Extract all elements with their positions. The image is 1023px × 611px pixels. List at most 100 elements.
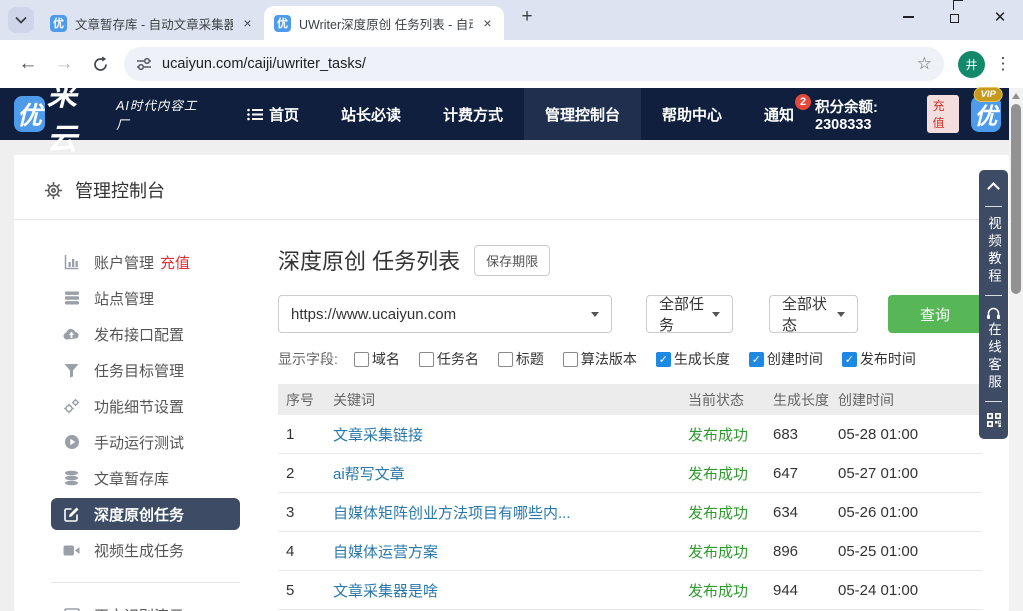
sidebar-item-label: 任务目标管理 [94,360,184,381]
gear-icon [44,181,63,200]
checkbox-icon: ✓ [749,352,764,367]
created-time: 05-27 01:00 [838,465,982,482]
url-text[interactable]: ucaiyun.com/caiji/uwriter_tasks/ [162,56,917,72]
table-header-row: 序号 关键词 当前状态 生成长度 创建时间 [278,384,982,415]
task-select-value: 全部任务 [659,293,712,335]
user-avatar[interactable]: 优 VIP [971,96,1001,132]
site-select[interactable]: https://www.ucaiyun.com [278,295,612,333]
site-logo[interactable]: 优 采云 [14,70,102,158]
qr-code-icon[interactable] [987,413,1001,427]
checkbox-icon: ✓ [842,352,857,367]
nav-item-console[interactable]: 管理控制台 [524,88,641,140]
sidebar-item-task-targets[interactable]: 任务目标管理 [51,354,240,386]
page-scrollbar[interactable] [1009,88,1023,611]
table-row: 1 文章采集链接 发布成功 683 05-28 01:00 [278,415,982,454]
sidebar-item-video-tasks[interactable]: 视频生成任务 [51,534,240,566]
checkbox-title[interactable]: 标题 [498,349,544,369]
browser-tab-2-active[interactable]: 优 UWriter深度原创 任务列表 - 自动 × [264,6,504,40]
checkbox-domain[interactable]: 域名 [354,349,400,369]
new-tab-button[interactable]: + [514,4,540,30]
site-tagline: AI时代内容工厂 [116,95,198,133]
nav-item-webmaster-reading[interactable]: 站长必读 [320,88,422,140]
video-camera-icon [63,542,80,559]
browser-menu-icon[interactable]: ⋮ [993,62,1013,66]
tasks-table: 序号 关键词 当前状态 生成长度 创建时间 1 文章采集链接 发布成功 683 … [278,384,982,610]
page-title: 深度原创 任务列表 [278,244,460,276]
tab-close-icon[interactable]: × [479,15,496,32]
sidebar-item-sites[interactable]: 站点管理 [51,282,240,314]
console-header: 管理控制台 [14,155,1009,220]
video-tutorial-button[interactable]: 视频教程 [985,216,1002,286]
window-restore-button[interactable] [931,0,977,34]
row-number: 3 [278,504,333,521]
keyword-link[interactable]: 文章采集链接 [333,424,688,445]
sidebar-item-label: 正文识别演示 [94,605,184,611]
checkbox-generated-length[interactable]: ✓生成长度 [656,349,730,369]
nav-item-help[interactable]: 帮助中心 [641,88,743,140]
keyword-link[interactable]: 自媒体运营方案 [333,541,688,562]
task-type-select[interactable]: 全部任务 [646,295,733,333]
sidebar-recharge-link[interactable]: 充值 [160,252,190,273]
query-button[interactable]: 查询 [888,295,982,333]
browser-tab-strip: 优 文章暂存库 - 自动文章采集器-优采云 × 优 UWriter深度原创 任务… [0,0,1023,40]
notification-badge: 2 [795,94,811,110]
created-time: 05-24 01:00 [838,582,982,599]
checkbox-label: 生成长度 [674,349,730,369]
restore-icon [950,14,959,23]
server-icon [63,290,80,307]
back-to-top-icon[interactable] [987,182,1000,195]
checkbox-algorithm-version[interactable]: 算法版本 [563,349,637,369]
funnel-icon [63,362,80,379]
status-select-value: 全部状态 [782,293,837,335]
sidebar-item-publish-api[interactable]: 发布接口配置 [51,318,240,350]
minimize-icon [903,16,914,18]
chevron-down-icon [837,312,845,317]
nav-item-pricing[interactable]: 计费方式 [422,88,524,140]
checkbox-created-time[interactable]: ✓创建时间 [749,349,823,369]
sidebar: 账户管理 充值 站点管理 发布接口配置 任务目标管理 功能细节设置 [14,220,264,611]
play-circle-icon [63,434,80,451]
online-service-button[interactable]: 在线客服 [985,322,1002,392]
nav-item-label: 计费方式 [443,104,503,125]
monitor-icon [63,607,80,611]
browser-profile-avatar[interactable]: 井 [958,51,985,78]
sidebar-item-content-recognition-demo[interactable]: 正文识别演示 [51,599,240,611]
keyword-link[interactable]: ai帮写文章 [333,463,688,484]
created-time: 05-26 01:00 [838,504,982,521]
nav-item-notifications[interactable]: 通知 2 [743,88,815,140]
row-number: 5 [278,582,333,599]
checkbox-task-name[interactable]: 任务名 [419,349,479,369]
nav-item-home[interactable]: 首页 [226,88,320,140]
sidebar-item-feature-settings[interactable]: 功能细节设置 [51,390,240,422]
save-period-button[interactable]: 保存期限 [474,245,550,276]
window-minimize-button[interactable] [885,0,931,34]
tab-close-icon[interactable]: × [239,15,256,32]
sidebar-item-manual-test[interactable]: 手动运行测试 [51,426,240,458]
sidebar-item-label: 功能细节设置 [94,396,184,417]
recharge-button[interactable]: 充值 [927,95,959,133]
bookmark-star-icon[interactable]: ☆ [917,54,932,74]
tab-search-button[interactable] [8,7,34,33]
page-content: 管理控制台 账户管理 充值 站点管理 发布接口配置 [0,140,1023,611]
scrollbar-up-arrow[interactable] [1012,93,1020,99]
address-bar[interactable]: ucaiyun.com/caiji/uwriter_tasks/ ☆ [124,47,944,81]
keyword-link[interactable]: 文章采集器是啥 [333,580,688,601]
browser-toolbar: ← → ucaiyun.com/caiji/uwriter_tasks/ ☆ 井… [0,40,1023,88]
scrollbar-thumb[interactable] [1011,104,1021,294]
display-fields-row: 显示字段: 域名 任务名 标题 算法版本 ✓生成长度 ✓创建时间 ✓发布时间 [278,349,982,369]
sidebar-item-article-staging[interactable]: 文章暂存库 [51,462,240,494]
keyword-link[interactable]: 自媒体矩阵创业方法项目有哪些内... [333,502,688,523]
edit-icon [63,506,80,523]
status-select[interactable]: 全部状态 [769,295,858,333]
window-close-button[interactable]: ✕ [977,0,1023,34]
checkbox-label: 标题 [516,349,544,369]
status-text: 发布成功 [688,463,773,484]
status-text: 发布成功 [688,424,773,445]
browser-tab-1[interactable]: 优 文章暂存库 - 自动文章采集器-优采云 × [40,6,264,40]
sidebar-item-deep-original-tasks[interactable]: 深度原创任务 [51,498,240,530]
sidebar-item-account[interactable]: 账户管理 充值 [51,246,240,278]
checkbox-icon: ✓ [656,352,671,367]
checkbox-publish-time[interactable]: ✓发布时间 [842,349,916,369]
checkbox-label: 域名 [372,349,400,369]
checkbox-label: 算法版本 [581,349,637,369]
